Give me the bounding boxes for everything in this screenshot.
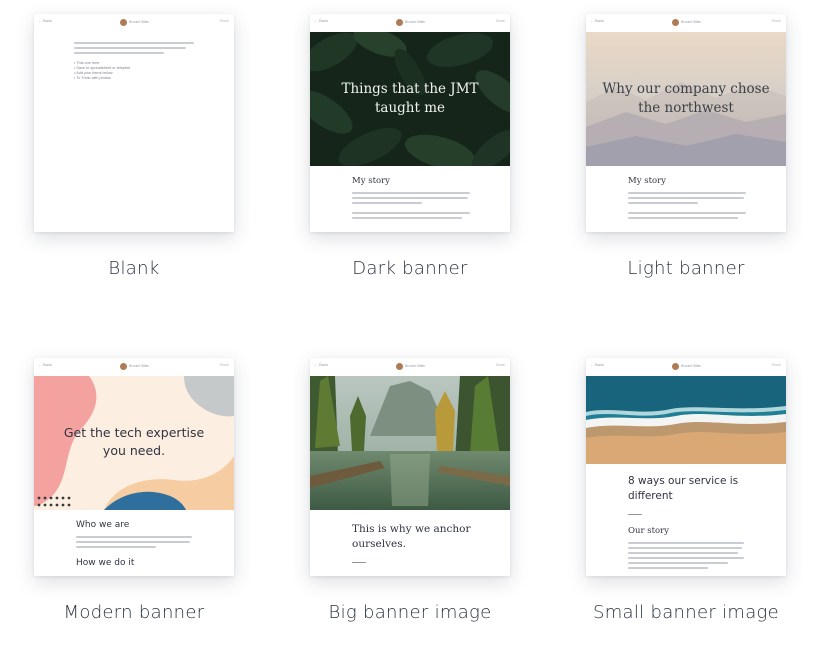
avatar: [120, 363, 127, 370]
author-name: Brooke Miller: [405, 20, 426, 24]
avatar: [120, 19, 127, 26]
author-name: Brooke Miller: [129, 364, 150, 368]
share-link: Share: [495, 363, 505, 367]
preview-header: ← Back Brooke Miller Share: [586, 14, 786, 32]
share-link: Share: [219, 19, 229, 23]
template-preview-dark-banner[interactable]: ← Back Brooke Miller Share Things that t…: [310, 14, 510, 232]
author-name: Brooke Miller: [129, 20, 150, 24]
light-mountain-banner: Why our company chose the northwest: [586, 32, 786, 166]
divider: [352, 562, 366, 563]
author-name: Brooke Miller: [681, 364, 702, 368]
banner-title: Things that the JMT taught me: [341, 81, 479, 116]
share-link: Share: [771, 19, 781, 23]
template-preview-light-banner[interactable]: ← Back Brooke Miller Share Why our compa…: [586, 14, 786, 232]
preview-header: ← Back Brooke Miller Share: [310, 358, 510, 376]
author-name: Brooke Miller: [681, 20, 702, 24]
template-caption: Small banner image: [592, 602, 780, 623]
list-item: • To Trello with photos: [74, 76, 111, 80]
template-preview-big-banner-image[interactable]: ← Back Brooke Miller Share This is why w…: [310, 358, 510, 576]
preview-header: ← Back Brooke Miller Share: [34, 14, 234, 32]
back-link: ← Back: [590, 362, 605, 367]
forest-river-banner: [310, 376, 510, 510]
template-caption: Big banner image: [328, 602, 492, 623]
template-preview-small-banner-image[interactable]: ← Back Brooke Miller Share 8 ways our se…: [586, 358, 786, 576]
template-caption: Dark banner: [352, 258, 468, 279]
section-title: My story: [628, 176, 666, 186]
section-title-2: How we do it: [76, 558, 135, 568]
section-title: My story: [352, 176, 390, 186]
share-link: Share: [219, 363, 229, 367]
beach-aerial-banner: [586, 376, 786, 464]
back-link: ← Back: [38, 362, 53, 367]
divider: [628, 514, 642, 515]
dark-leaf-banner: Things that the JMT taught me: [310, 32, 510, 166]
template-preview-blank[interactable]: ← Back Brooke Miller Share • This one he…: [34, 14, 234, 232]
avatar: [396, 363, 403, 370]
section-title: Our story: [628, 526, 669, 536]
template-caption: Light banner: [627, 258, 745, 279]
avatar: [672, 363, 679, 370]
bullet-list: • This one here • Save to spreadsheet or…: [74, 61, 130, 81]
share-link: Share: [771, 363, 781, 367]
headline: 8 ways our service is different: [628, 475, 739, 502]
beach-aerial-image: [586, 376, 786, 464]
section-title: Who we are: [76, 520, 130, 530]
template-caption: Modern banner: [63, 602, 205, 623]
template-caption: Blank: [108, 258, 160, 279]
banner-title: Why our company chose the northwest: [602, 81, 770, 116]
preview-header: ← Back Brooke Miller Share: [34, 358, 234, 376]
preview-header: ← Back Brooke Miller Share: [586, 358, 786, 376]
avatar: [396, 19, 403, 26]
forest-river-image: [310, 376, 510, 510]
section-title: This is why we anchor ourselves.: [352, 523, 471, 550]
modern-shapes-banner: Get the tech expertise you need.: [34, 376, 234, 510]
template-preview-modern-banner[interactable]: ← Back Brooke Miller Share Get the tech …: [34, 358, 234, 576]
banner-title: Get the tech expertise you need.: [63, 425, 205, 458]
avatar: [672, 19, 679, 26]
author-name: Brooke Miller: [405, 364, 426, 368]
share-link: Share: [495, 19, 505, 23]
back-link: ← Back: [314, 362, 329, 367]
back-link: ← Back: [590, 18, 605, 23]
back-link: ← Back: [314, 18, 329, 23]
back-link: ← Back: [38, 18, 53, 23]
preview-header: ← Back Brooke Miller Share: [310, 14, 510, 32]
